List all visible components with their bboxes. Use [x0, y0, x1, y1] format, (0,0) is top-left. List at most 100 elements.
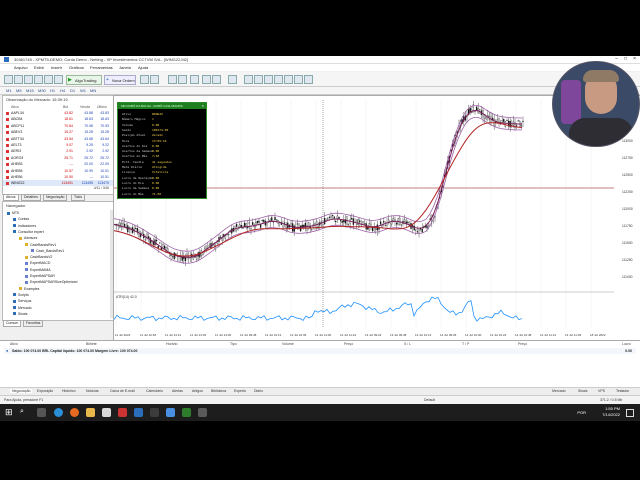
taskbar-clock[interactable]: 1:55 PM 7/14/2022: [602, 406, 620, 418]
menu-ferramentas[interactable]: Ferramentas: [90, 65, 113, 70]
tf-m5[interactable]: M5: [16, 88, 22, 93]
trend-line-icon[interactable]: [274, 75, 283, 84]
col-horario[interactable]: Horário: [166, 342, 177, 346]
table-row[interactable]: AELT3 9.07 9.25 9.22: [3, 142, 113, 148]
navigator-item[interactable]: MT5: [7, 211, 19, 215]
file-explorer-icon[interactable]: [86, 408, 95, 417]
indicators-icon[interactable]: [228, 75, 237, 84]
col-tipo[interactable]: Tipo: [230, 342, 237, 346]
navigator-item[interactable]: Sinais: [13, 312, 28, 316]
search-icon[interactable]: ⌕: [20, 408, 24, 416]
navigator-item[interactable]: Mercado: [13, 306, 32, 310]
table-row[interactable]: AGRO3 25.71 25.72 25.72: [3, 155, 113, 161]
tab-historico[interactable]: Histórico: [62, 389, 76, 393]
app-icon[interactable]: [134, 408, 143, 417]
tf-w1[interactable]: W1: [80, 88, 86, 93]
app-icon[interactable]: [166, 408, 175, 417]
table-row[interactable]: AHEB6 10.50 --- 10.51: [3, 174, 113, 180]
navigator-item[interactable]: Contas: [13, 217, 29, 221]
zoom-out-icon[interactable]: [178, 75, 187, 84]
col-tp[interactable]: T / P: [462, 342, 469, 346]
navigator-item[interactable]: Serviços: [13, 299, 31, 303]
tab-diario[interactable]: Diário: [254, 389, 263, 393]
app-icon[interactable]: [150, 408, 159, 417]
tab-alertas[interactable]: Alertas: [172, 389, 183, 393]
testador-link[interactable]: Testador: [616, 389, 629, 393]
vertical-line-icon[interactable]: [254, 75, 263, 84]
navigator-item[interactable]: ExpertMAPSARSizeOptimized: [25, 280, 77, 284]
sinais-link[interactable]: Sinais: [578, 389, 588, 393]
navigator-item[interactable]: CashBandsRev1: [25, 243, 56, 247]
table-row[interactable]: AHEB5 10.57 10.99 10.51: [3, 168, 113, 174]
navigator-item[interactable]: Cash_BandsRev1: [31, 249, 64, 253]
app-icon[interactable]: [182, 408, 191, 417]
col-ativo[interactable]: Ativo: [10, 342, 18, 346]
new-chart-icon[interactable]: [4, 75, 13, 84]
col-bilhete[interactable]: Bilhete: [86, 342, 97, 346]
tab-experts[interactable]: Experts: [234, 389, 246, 393]
app-icon[interactable]: [198, 408, 207, 417]
robot-info-panel[interactable]: MR ROBÔ DA BOLSA - ROBÔ CASH BANDS × Ati…: [117, 102, 207, 199]
notifications-icon[interactable]: [626, 409, 634, 417]
navigator-item[interactable]: CashBandsV2: [25, 255, 52, 259]
firefox-icon[interactable]: [70, 408, 79, 417]
tf-h1[interactable]: H1: [50, 88, 55, 93]
menu-janela[interactable]: Janela: [119, 65, 131, 70]
navigator-item[interactable]: Scripts: [13, 293, 29, 297]
app-icon[interactable]: [118, 408, 127, 417]
table-row[interactable]: ABCP11 70.84 70.98 70.93: [3, 123, 113, 129]
tab-artigos[interactable]: Artigos: [192, 389, 203, 393]
tab-comum[interactable]: Comum: [3, 320, 22, 327]
mercado-link[interactable]: Mercado: [552, 389, 566, 393]
sell-icon[interactable]: [150, 75, 159, 84]
table-row[interactable]: AHEB3 --- 20.00 22.09: [3, 161, 113, 167]
tab-ativos[interactable]: Ativos: [3, 194, 19, 201]
buy-icon[interactable]: [140, 75, 149, 84]
col-preco[interactable]: Preço: [344, 342, 353, 346]
horizontal-line-icon[interactable]: [264, 75, 273, 84]
tf-m30[interactable]: M30: [38, 88, 46, 93]
profiles-icon[interactable]: [14, 75, 23, 84]
task-view-icon[interactable]: [37, 408, 46, 417]
col-volume[interactable]: Volume: [282, 342, 294, 346]
tf-m1[interactable]: M1: [6, 88, 12, 93]
tab-email[interactable]: Caixa de E-mail: [110, 389, 135, 393]
table-row[interactable]: AAPL34 43.82 43.88 43.83: [3, 110, 113, 116]
vps-link[interactable]: VPS: [598, 389, 605, 393]
tray-language[interactable]: POR: [577, 410, 586, 415]
tester-icon[interactable]: [54, 75, 63, 84]
tab-exposicao[interactable]: Exposição: [37, 389, 53, 393]
tab-ticks[interactable]: Ticks: [71, 194, 86, 201]
table-row[interactable]: ABCB4 18.61 18.63 18.63: [3, 116, 113, 122]
navigator-icon[interactable]: [34, 75, 43, 84]
menu-inserir[interactable]: Inserir: [51, 65, 62, 70]
table-row[interactable]: ABTT34 43.54 43.68 43.64: [3, 136, 113, 142]
menu-ajuda[interactable]: Ajuda: [138, 65, 148, 70]
app-icon[interactable]: [102, 408, 111, 417]
col-preco-atual[interactable]: Preço: [518, 342, 527, 346]
close-icon[interactable]: ×: [202, 103, 204, 109]
channel-icon[interactable]: [284, 75, 293, 84]
col-ultimo[interactable]: Último: [97, 105, 107, 109]
tab-negociacao[interactable]: Negociação: [43, 194, 68, 201]
menu-exibir[interactable]: Exibir: [34, 65, 44, 70]
autoscroll-icon[interactable]: [202, 75, 211, 84]
navigator-item[interactable]: Examples: [19, 287, 39, 291]
menu-arquivo[interactable]: Arquivo: [14, 65, 28, 70]
table-row[interactable]: AERI3 2.91 2.92 2.92: [3, 148, 113, 154]
tab-favoritos[interactable]: Favoritos: [23, 320, 44, 327]
col-venda[interactable]: Venda: [80, 105, 90, 109]
tab-calendario[interactable]: Calendário: [146, 389, 163, 393]
col-ativo[interactable]: Ativo: [11, 105, 19, 109]
edge-icon[interactable]: [54, 408, 63, 417]
col-bid[interactable]: Bid: [63, 105, 68, 109]
col-sl[interactable]: S / L: [404, 342, 411, 346]
navigator-item[interactable]: ExpertMAMA: [25, 268, 51, 272]
new-order-button[interactable]: + Nova Ordem: [104, 75, 136, 85]
table-row[interactable]: ABEV3 15.27 15.28 15.28: [3, 129, 113, 135]
market-watch-icon[interactable]: [24, 75, 33, 84]
navigator-item[interactable]: Advisors: [19, 236, 37, 240]
minimize-icon[interactable]: –: [615, 56, 618, 62]
tf-mn[interactable]: MN: [90, 88, 96, 93]
text-icon[interactable]: [304, 75, 313, 84]
